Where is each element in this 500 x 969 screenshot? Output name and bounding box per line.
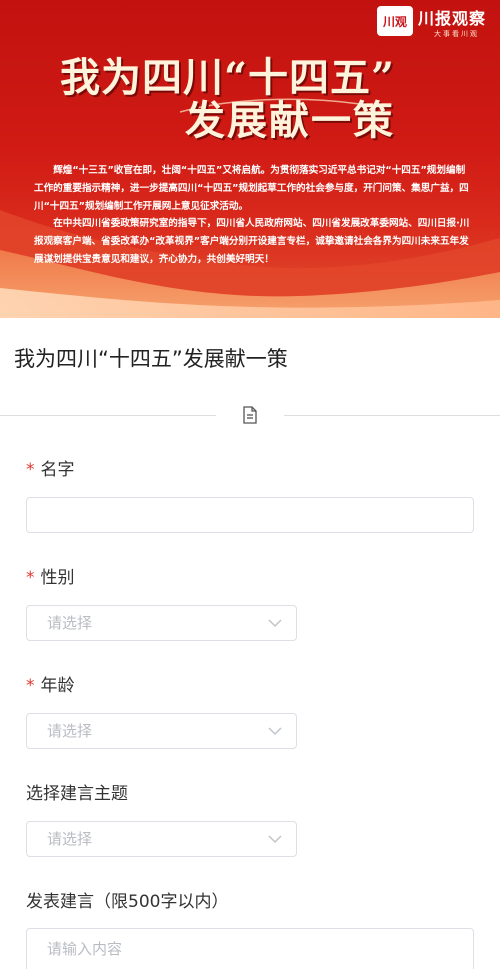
gender-label: * 性别	[26, 563, 75, 588]
intro-text: 辉煌“十三五”收官在即，壮阔“十四五”又将启航。为贯彻落实习近平总书记对“十四五…	[34, 162, 474, 269]
advice-placeholder: 请输入内容	[47, 940, 123, 958]
campaign-banner: 川观 川报观察 大事看川观 我为四川“十四五” 发展献一策 辉煌“十三五”收官在…	[0, 0, 500, 318]
age-select[interactable]: 请选择	[26, 713, 297, 749]
topic-select[interactable]: 请选择	[26, 821, 297, 857]
divider	[284, 415, 500, 416]
topic-placeholder: 请选择	[47, 830, 93, 848]
logo-name: 川报观察	[418, 9, 487, 28]
intro-paragraph-1: 辉煌“十三五”收官在即，壮阔“十四五”又将启航。为贯彻落实习近平总书记对“十四五…	[34, 165, 469, 212]
age-placeholder: 请选择	[47, 722, 93, 740]
advice-label: 发表建言（限500字以内）	[26, 892, 229, 912]
chevron-down-icon	[268, 727, 282, 736]
name-label: * 名字	[26, 455, 75, 480]
topic-label: 选择建言主题	[26, 784, 128, 804]
logo-slogan: 大事看川观	[434, 30, 479, 38]
chevron-down-icon	[268, 835, 282, 844]
required-mark: *	[26, 460, 35, 480]
headline-line-2: 发展献一策	[185, 97, 395, 144]
gender-select[interactable]: 请选择	[26, 605, 297, 641]
required-mark: *	[26, 568, 35, 588]
document-icon	[243, 406, 257, 424]
required-mark: *	[26, 676, 35, 696]
gender-label-text: 性别	[40, 568, 75, 588]
chevron-down-icon	[268, 619, 282, 628]
form-title: 我为四川“十四五”发展献一策	[14, 347, 288, 371]
advice-textarea[interactable]: 请输入内容	[26, 928, 474, 969]
age-label: * 年龄	[26, 671, 75, 696]
age-label-text: 年龄	[40, 676, 75, 696]
logo-mark: 川观	[377, 6, 413, 36]
gender-placeholder: 请选择	[47, 614, 93, 632]
divider	[0, 415, 216, 416]
name-label-text: 名字	[40, 460, 75, 480]
name-input[interactable]	[26, 497, 474, 533]
intro-paragraph-2: 在中共四川省委政策研究室的指导下，四川省人民政府网站、四川省发展改革委网站、四川…	[34, 218, 470, 265]
